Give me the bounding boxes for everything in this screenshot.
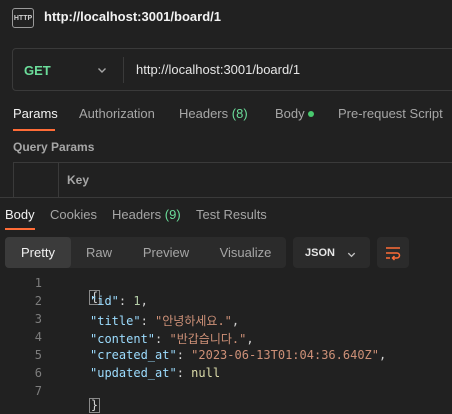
tab-headers-label: Headers xyxy=(179,106,229,121)
request-name[interactable]: http://localhost:3001/board/1 xyxy=(44,9,221,24)
code-line: } xyxy=(60,384,101,414)
tab-params[interactable]: Params xyxy=(13,106,58,121)
chevron-down-icon xyxy=(347,252,356,258)
response-divider[interactable] xyxy=(0,197,452,198)
view-mode-preview[interactable]: Preview xyxy=(127,237,205,268)
response-tab-body[interactable]: Body xyxy=(5,207,35,222)
json-value: null xyxy=(191,366,221,380)
wrap-lines-button[interactable] xyxy=(377,237,409,268)
json-key: "id" xyxy=(90,294,119,308)
json-value: "2023-06-13T01:04:36.640Z" xyxy=(191,348,379,362)
view-mode-pretty[interactable]: Pretty xyxy=(5,237,71,268)
tab-authorization[interactable]: Authorization xyxy=(79,106,155,121)
close-brace: } xyxy=(88,398,101,413)
tab-body-label: Body xyxy=(275,106,305,121)
json-comma: , xyxy=(379,348,387,362)
json-value: "안녕하세요." xyxy=(155,314,232,328)
tab-pre-request-script-label: Pre-request Script xyxy=(338,106,443,121)
code-line: "id": 1, xyxy=(90,294,148,308)
response-tab-body-label: Body xyxy=(5,207,35,222)
url-separator xyxy=(123,57,124,83)
response-tab-headers-label: Headers xyxy=(112,207,162,222)
tab-body[interactable]: Body xyxy=(275,106,305,121)
method-select[interactable]: GET xyxy=(24,63,51,78)
query-params-heading: Query Params xyxy=(13,140,95,154)
tab-headers-count: (8) xyxy=(231,106,248,121)
code-line: "created_at": "2023-06-13T01:04:36.640Z"… xyxy=(90,348,387,362)
tab-params-label: Params xyxy=(13,106,58,121)
json-comma: , xyxy=(140,294,148,308)
response-tab-test-results[interactable]: Test Results xyxy=(196,207,267,222)
line-number: 7 xyxy=(34,384,42,398)
line-number: 2 xyxy=(34,294,42,308)
http-request-icon: HTTP xyxy=(12,8,34,28)
tab-authorization-label: Authorization xyxy=(79,106,155,121)
response-tab-cookies[interactable]: Cookies xyxy=(50,207,97,222)
json-key: "created_at" xyxy=(90,348,177,362)
view-mode-raw[interactable]: Raw xyxy=(71,237,127,268)
line-number: 6 xyxy=(34,366,42,380)
code-line: "title": "안녕하세요.", xyxy=(90,314,240,328)
json-key: "updated_at" xyxy=(90,366,177,380)
body-indicator-dot xyxy=(308,111,314,117)
json-comma: , xyxy=(231,314,240,328)
response-tab-test-results-label: Test Results xyxy=(196,207,267,222)
json-key: "content" xyxy=(90,332,156,346)
code-line: "updated_at": null xyxy=(90,366,221,380)
chevron-down-icon[interactable] xyxy=(96,64,108,76)
response-tab-cookies-label: Cookies xyxy=(50,207,97,222)
view-mode-visualize[interactable]: Visualize xyxy=(205,237,286,268)
json-value: "반갑습니다." xyxy=(169,332,247,346)
line-number: 3 xyxy=(34,312,42,326)
format-select-label: JSON xyxy=(305,247,335,259)
tab-headers[interactable]: Headers (8) xyxy=(179,106,248,121)
tab-pre-request-script[interactable]: Pre-request Script xyxy=(338,106,443,121)
line-number: 5 xyxy=(34,348,42,362)
response-active-tab-indicator xyxy=(5,228,35,230)
query-params-key-header: Key xyxy=(67,173,90,187)
json-value: 1 xyxy=(133,294,141,308)
response-tab-headers-count: (9) xyxy=(164,207,181,222)
url-input[interactable]: http://localhost:3001/board/1 xyxy=(136,62,300,77)
line-number: 4 xyxy=(34,330,42,344)
line-number: 1 xyxy=(34,276,42,290)
code-line: "content": "반갑습니다.", xyxy=(90,332,254,346)
wrap-lines-icon xyxy=(386,246,401,261)
json-key: "title" xyxy=(90,314,141,328)
json-comma: , xyxy=(246,332,254,346)
active-tab-indicator xyxy=(13,129,55,131)
query-params-column-divider xyxy=(58,162,59,198)
response-tab-headers[interactable]: Headers (9) xyxy=(112,207,181,222)
